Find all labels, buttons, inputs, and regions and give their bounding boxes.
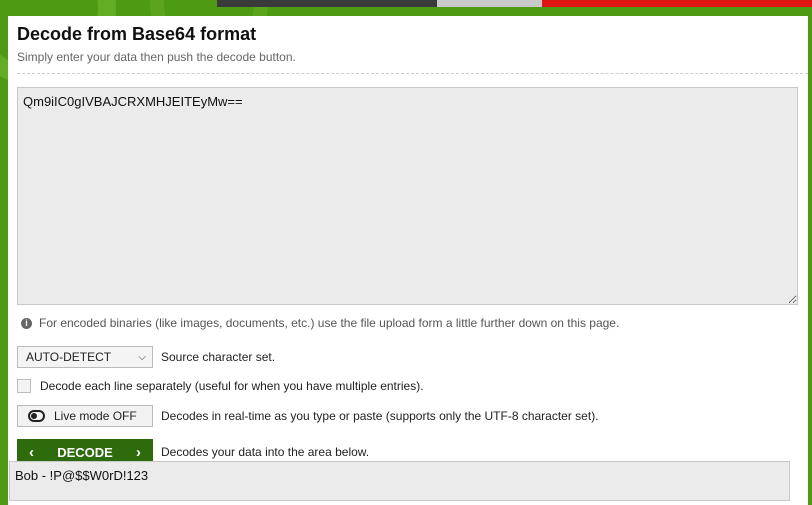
charset-select[interactable]: AUTO-DETECT ⌵ <box>17 346 153 368</box>
live-mode-description: Decodes in real-time as you type or past… <box>161 409 599 423</box>
page-title: Decode from Base64 format <box>17 24 257 44</box>
charset-selected: AUTO-DETECT <box>26 350 112 364</box>
chevron-left-icon: ‹ <box>29 443 34 461</box>
decode-description: Decodes your data into the area below. <box>161 445 370 459</box>
decode-panel: Decode from Base64 format Simply enter y… <box>8 16 808 505</box>
divider <box>17 73 808 74</box>
encoded-input[interactable]: Qm9iIC0gIVBAJCRXMHJEITEyMw== <box>17 87 798 305</box>
live-mode-row: Live mode OFF Decodes in real-time as yo… <box>17 405 599 427</box>
decode-label: DECODE <box>57 444 113 460</box>
toggle-icon <box>28 410 45 422</box>
info-icon: i <box>21 317 32 329</box>
charset-label: Source character set. <box>161 350 276 364</box>
info-text: For encoded binaries (like images, docum… <box>39 316 620 330</box>
chevron-down-icon: ⌵ <box>138 351 146 363</box>
charset-row: AUTO-DETECT ⌵ Source character set. <box>17 346 275 368</box>
info-note: i For encoded binaries (like images, doc… <box>21 316 619 330</box>
live-mode-button[interactable]: Live mode OFF <box>17 405 153 427</box>
ad-banner[interactable] <box>217 0 812 7</box>
decode-lines-label: Decode each line separately (useful for … <box>40 379 424 393</box>
decoded-output[interactable]: Bob - !P@$$W0rD!123 <box>9 461 790 501</box>
line-option-row: Decode each line separately (useful for … <box>17 379 424 393</box>
chevron-right-icon: › <box>136 443 141 461</box>
page-subtitle: Simply enter your data then push the dec… <box>17 50 296 64</box>
live-mode-label: Live mode OFF <box>54 409 137 423</box>
decode-lines-checkbox[interactable] <box>17 379 31 393</box>
